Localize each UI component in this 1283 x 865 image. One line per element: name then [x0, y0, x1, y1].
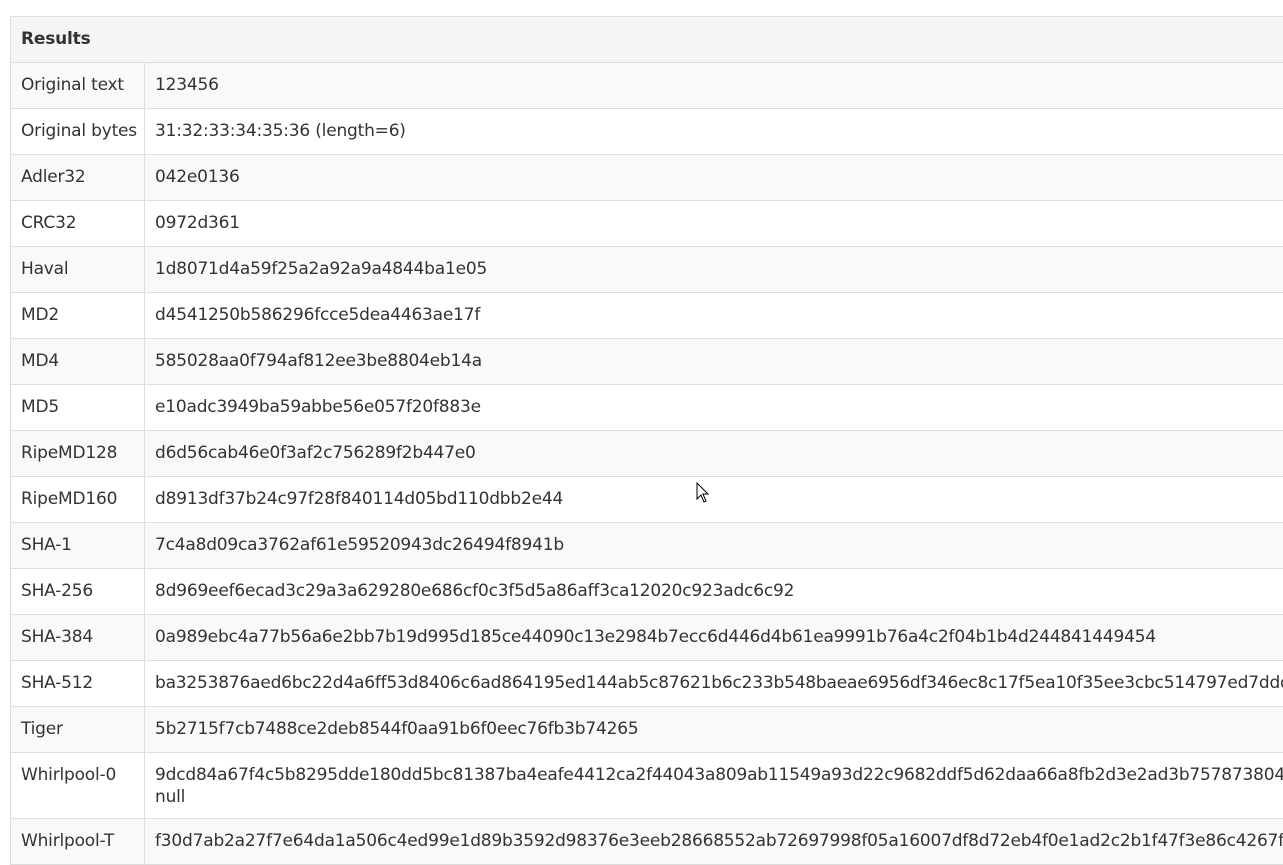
row-value: 042e0136 — [145, 155, 1283, 201]
table-row: MD4 585028aa0f794af812ee3be8804eb14a — [11, 339, 1283, 385]
row-value: 8d969eef6ecad3c29a3a629280e686cf0c3f5d5a… — [145, 569, 1283, 615]
row-value-line-2: null — [155, 786, 1283, 808]
row-label: Whirlpool-T — [11, 819, 145, 865]
table-row: SHA-1 7c4a8d09ca3762af61e59520943dc26494… — [11, 523, 1283, 569]
row-label: Original text — [11, 63, 145, 109]
row-value: 7c4a8d09ca3762af61e59520943dc26494f8941b — [145, 523, 1283, 569]
results-table: Original text 123456 Original bytes 31:3… — [11, 63, 1283, 865]
row-value: d4541250b586296fcce5dea4463ae17f — [145, 293, 1283, 339]
table-row: Tiger 5b2715f7cb7488ce2deb8544f0aa91b6f0… — [11, 707, 1283, 753]
row-label: Tiger — [11, 707, 145, 753]
row-label: Whirlpool-0 — [11, 753, 145, 819]
row-label: SHA-256 — [11, 569, 145, 615]
table-row: Original text 123456 — [11, 63, 1283, 109]
row-value: 0a989ebc4a77b56a6e2bb7b19d995d185ce44090… — [145, 615, 1283, 661]
table-row: MD2 d4541250b586296fcce5dea4463ae17f — [11, 293, 1283, 339]
row-label: Original bytes — [11, 109, 145, 155]
row-value-line-1: 9dcd84a67f4c5b8295dde180dd5bc81387ba4eaf… — [155, 764, 1283, 786]
row-value: e10adc3949ba59abbe56e057f20f883e — [145, 385, 1283, 431]
arrow-cursor-icon — [696, 482, 710, 504]
row-label: SHA-512 — [11, 661, 145, 707]
panel-title: Results — [11, 17, 1283, 63]
table-row: Whirlpool-0 9dcd84a67f4c5b8295dde180dd5b… — [11, 753, 1283, 819]
row-label: Adler32 — [11, 155, 145, 201]
row-label: RipeMD128 — [11, 431, 145, 477]
table-row: Adler32 042e0136 — [11, 155, 1283, 201]
table-row: Whirlpool-T f30d7ab2a27f7e64da1a506c4ed9… — [11, 819, 1283, 865]
table-row: RipeMD128 d6d56cab46e0f3af2c756289f2b447… — [11, 431, 1283, 477]
row-value: d8913df37b24c97f28f840114d05bd110dbb2e44 — [145, 477, 1283, 523]
row-label: RipeMD160 — [11, 477, 145, 523]
results-panel: Results Original text 123456 Original by… — [10, 16, 1283, 865]
row-value: 0972d361 — [145, 201, 1283, 247]
table-row: SHA-256 8d969eef6ecad3c29a3a629280e686cf… — [11, 569, 1283, 615]
row-label: MD4 — [11, 339, 145, 385]
row-value: ba3253876aed6bc22d4a6ff53d8406c6ad864195… — [145, 661, 1283, 707]
table-row: MD5 e10adc3949ba59abbe56e057f20f883e — [11, 385, 1283, 431]
row-value: d6d56cab46e0f3af2c756289f2b447e0 — [145, 431, 1283, 477]
row-value: 1d8071d4a59f25a2a92a9a4844ba1e05 — [145, 247, 1283, 293]
row-value: 31:32:33:34:35:36 (length=6) — [145, 109, 1283, 155]
row-label: SHA-1 — [11, 523, 145, 569]
row-label: Haval — [11, 247, 145, 293]
row-value: 9dcd84a67f4c5b8295dde180dd5bc81387ba4eaf… — [145, 753, 1283, 819]
row-value: 5b2715f7cb7488ce2deb8544f0aa91b6f0eec76f… — [145, 707, 1283, 753]
row-label: MD2 — [11, 293, 145, 339]
table-row: SHA-512 ba3253876aed6bc22d4a6ff53d8406c6… — [11, 661, 1283, 707]
row-label: SHA-384 — [11, 615, 145, 661]
table-row: Original bytes 31:32:33:34:35:36 (length… — [11, 109, 1283, 155]
row-label: CRC32 — [11, 201, 145, 247]
table-row: SHA-384 0a989ebc4a77b56a6e2bb7b19d995d18… — [11, 615, 1283, 661]
row-label: MD5 — [11, 385, 145, 431]
table-row: RipeMD160 d8913df37b24c97f28f840114d05bd… — [11, 477, 1283, 523]
table-row: CRC32 0972d361 — [11, 201, 1283, 247]
row-value: f30d7ab2a27f7e64da1a506c4ed99e1d89b3592d… — [145, 819, 1283, 865]
table-row: Haval 1d8071d4a59f25a2a92a9a4844ba1e05 — [11, 247, 1283, 293]
row-value: 585028aa0f794af812ee3be8804eb14a — [145, 339, 1283, 385]
row-value: 123456 — [145, 63, 1283, 109]
